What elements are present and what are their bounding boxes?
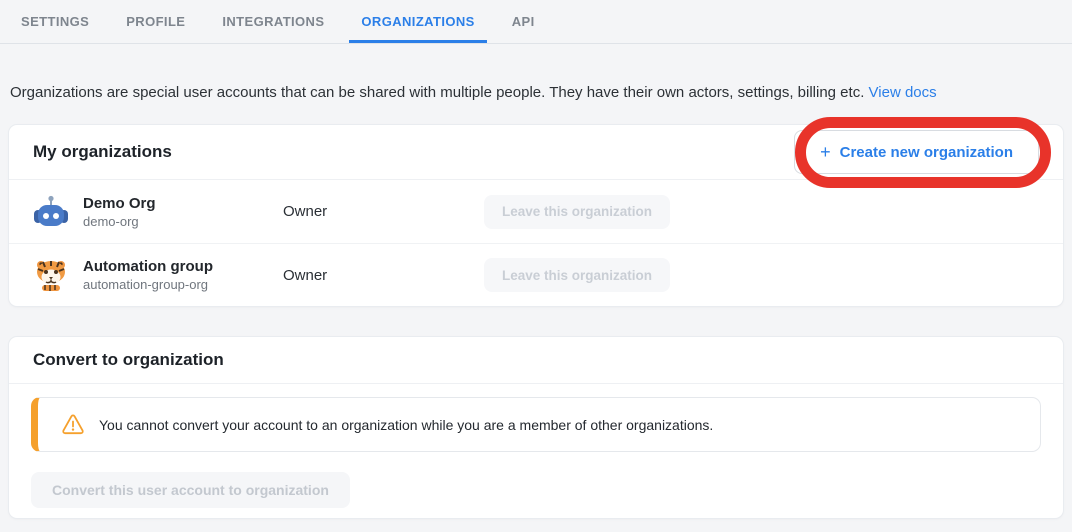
warning-message: You cannot convert your account to an or… bbox=[99, 417, 713, 433]
organization-identity: Demo Org demo-org bbox=[83, 194, 283, 230]
organization-role: Owner bbox=[283, 267, 484, 284]
leave-organization-button[interactable]: Leave this organization bbox=[484, 195, 670, 229]
convert-to-organization-card: Convert to organization You cannot conve… bbox=[9, 337, 1063, 518]
create-button-label: Create new organization bbox=[840, 144, 1013, 161]
tab-profile[interactable]: PROFILE bbox=[114, 0, 197, 43]
organization-identity: Automation group automation-group-org bbox=[83, 257, 283, 293]
organization-name: Demo Org bbox=[83, 194, 283, 213]
tiger-avatar bbox=[33, 257, 69, 293]
leave-organization-button[interactable]: Leave this organization bbox=[484, 258, 670, 292]
settings-tab-bar: SETTINGS PROFILE INTEGRATIONS ORGANIZATI… bbox=[0, 0, 1072, 44]
intro-text: Organizations are special user accounts … bbox=[10, 83, 1062, 102]
tab-api[interactable]: API bbox=[500, 0, 547, 43]
robot-avatar bbox=[33, 194, 69, 230]
convert-account-button[interactable]: Convert this user account to organizatio… bbox=[31, 472, 350, 508]
organization-row-demo-org: Demo Org demo-org Owner Leave this organ… bbox=[9, 180, 1063, 243]
organization-row-automation-group: Automation group automation-group-org Ow… bbox=[9, 243, 1063, 306]
warning-triangle-icon bbox=[61, 414, 85, 436]
convert-section-title: Convert to organization bbox=[33, 350, 224, 370]
create-new-organization-button[interactable]: + Create new organization bbox=[794, 130, 1039, 174]
organization-slug: demo-org bbox=[83, 213, 283, 230]
organization-role: Owner bbox=[283, 203, 484, 220]
tab-settings[interactable]: SETTINGS bbox=[9, 0, 101, 43]
intro-description: Organizations are special user accounts … bbox=[10, 84, 864, 101]
my-organizations-card: My organizations + Create new organizati… bbox=[9, 125, 1063, 306]
plus-icon: + bbox=[820, 143, 831, 161]
organization-name: Automation group bbox=[83, 257, 283, 276]
my-organizations-title: My organizations bbox=[33, 142, 172, 162]
tab-organizations[interactable]: ORGANIZATIONS bbox=[349, 0, 486, 43]
convert-section-header: Convert to organization bbox=[9, 337, 1063, 384]
my-organizations-header: My organizations + Create new organizati… bbox=[9, 125, 1063, 180]
view-docs-link[interactable]: View docs bbox=[869, 84, 937, 101]
tab-integrations[interactable]: INTEGRATIONS bbox=[210, 0, 336, 43]
warning-callout: You cannot convert your account to an or… bbox=[31, 397, 1041, 452]
organization-slug: automation-group-org bbox=[83, 276, 283, 293]
